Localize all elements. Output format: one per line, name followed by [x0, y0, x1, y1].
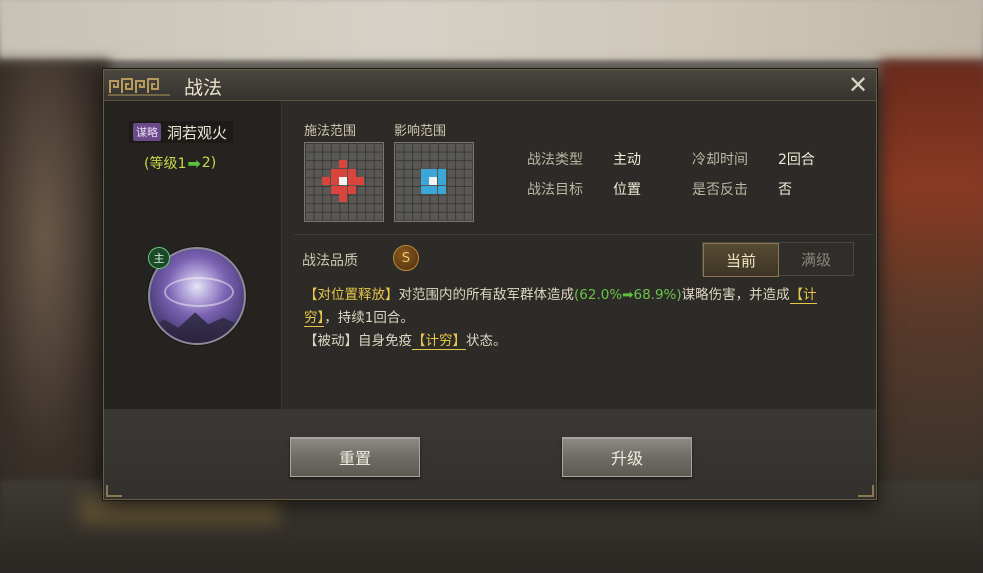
status-keyword-link[interactable]: 【计穷】 — [412, 333, 466, 350]
mountain-silhouette — [150, 312, 244, 343]
dialog-titlebar: 战法 ✕ — [104, 70, 876, 101]
action-bar: 重置 升级 — [104, 409, 876, 499]
effect-range-grid — [394, 142, 474, 222]
description-line-passive: 【被动】自身免疫【计穷】状态。 — [304, 330, 844, 353]
background-right-blur — [880, 60, 983, 480]
range-cell — [438, 169, 446, 177]
skill-dialog: 战法 ✕ 谋略 洞若观火 (等级1 ➡ 2) 主 施法范围 影响范围 战法类型 … — [103, 69, 877, 500]
arrow-right-icon: ➡ — [187, 153, 201, 173]
background-left-blur — [0, 60, 110, 500]
center-cell — [429, 177, 437, 185]
desc-text: 谋略伤害，并造成 — [681, 287, 790, 303]
section-divider — [294, 234, 874, 235]
desc-tag-passive: 【被动】 — [304, 333, 358, 349]
desc-text: 对范围内的所有敌军群体造成 — [398, 287, 575, 303]
cast-range-grid — [304, 142, 384, 222]
level-view-toggle: 当前 满级 — [702, 242, 854, 277]
counterattack-label: 是否反击 — [692, 182, 748, 198]
skill-description: 【对位置释放】对范围内的所有敌军群体造成(62.0%➡68.9%)谋略伤害，并造… — [304, 284, 844, 353]
range-cell — [331, 177, 339, 185]
range-cell — [322, 177, 330, 185]
eye-icon — [164, 277, 234, 307]
arrow-right-icon: ➡ — [622, 287, 634, 303]
skill-name-row: 谋略 洞若观火 — [129, 121, 234, 143]
skill-name: 洞若观火 — [167, 123, 228, 142]
range-cell — [438, 186, 446, 194]
range-cell — [429, 169, 437, 177]
skill-target-label: 战法目标 — [527, 182, 583, 198]
range-cell — [331, 186, 339, 194]
range-cell — [339, 160, 347, 168]
cooldown-value: 2回合 — [778, 152, 815, 168]
range-cell — [438, 177, 446, 185]
range-cell — [348, 177, 356, 185]
skill-type-badge: 谋略 — [133, 123, 161, 141]
range-cell — [348, 186, 356, 194]
range-cell — [339, 194, 347, 202]
reset-button[interactable]: 重置 — [290, 437, 420, 477]
upgrade-button[interactable]: 升级 — [562, 437, 692, 477]
corner-ornament — [106, 485, 122, 497]
counterattack-value: 否 — [778, 182, 792, 198]
desc-tag-position: 【对位置释放】 — [304, 287, 399, 303]
main-skill-badge: 主 — [148, 247, 170, 269]
skill-detail-panel: 施法范围 影响范围 战法类型 主动 战法目标 位置 冷却时间 2回合 是否反击 … — [282, 101, 876, 409]
title-ornament-icon — [108, 78, 170, 96]
skill-summary-panel: 谋略 洞若观火 (等级1 ➡ 2) 主 — [104, 101, 282, 409]
desc-text: ，持续1回合。 — [324, 310, 414, 326]
desc-text: 状态。 — [466, 333, 507, 349]
range-cell — [421, 177, 429, 185]
range-cell — [421, 186, 429, 194]
range-cell — [348, 169, 356, 177]
desc-value-to: 68.9% — [633, 287, 677, 303]
level-to: 2) — [201, 155, 217, 171]
dialog-title: 战法 — [184, 77, 223, 99]
desc-text: 自身免疫 — [358, 333, 412, 349]
effect-range-label: 影响范围 — [394, 124, 447, 139]
range-cell — [339, 169, 347, 177]
skill-type-value: 主动 — [613, 152, 641, 168]
game-scene-background: 战法 ✕ 谋略 洞若观火 (等级1 ➡ 2) 主 施法范围 影响范围 战法类型 … — [0, 0, 983, 573]
range-cell — [421, 169, 429, 177]
close-icon[interactable]: ✕ — [846, 73, 870, 97]
center-cell — [339, 177, 347, 185]
range-cell — [356, 177, 364, 185]
max-level-tab[interactable]: 满级 — [779, 243, 853, 275]
skill-level-row: (等级1 ➡ 2) — [144, 153, 216, 173]
range-cell — [339, 186, 347, 194]
background-top-blur — [0, 0, 983, 60]
cast-range-label: 施法范围 — [304, 124, 357, 139]
range-cell — [429, 186, 437, 194]
current-level-tab[interactable]: 当前 — [703, 243, 779, 277]
description-line-active: 【对位置释放】对范围内的所有敌军群体造成(62.0%➡68.9%)谋略伤害，并造… — [304, 284, 844, 330]
corner-ornament — [858, 485, 874, 497]
cooldown-label: 冷却时间 — [692, 152, 748, 168]
desc-value-from: 62.0% — [579, 287, 623, 303]
skill-target-value: 位置 — [613, 182, 641, 198]
skill-quality-label: 战法品质 — [302, 253, 358, 269]
level-from: (等级1 — [144, 156, 187, 172]
range-cell — [331, 169, 339, 177]
quality-grade-badge: S — [393, 245, 419, 271]
skill-type-label: 战法类型 — [527, 152, 583, 168]
